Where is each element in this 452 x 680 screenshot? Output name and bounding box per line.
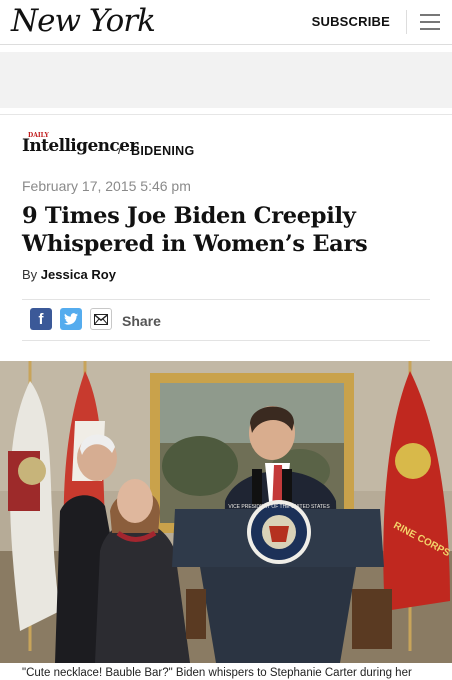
subscribe-link[interactable]: SUBSCRIBE — [312, 14, 390, 29]
header-divider — [406, 10, 407, 34]
menu-bar — [420, 14, 440, 16]
ad-divider — [0, 114, 452, 115]
menu-bar — [420, 28, 440, 30]
byline-prefix: By — [22, 267, 38, 282]
facebook-share-button[interactable]: f — [30, 308, 52, 330]
menu-bar — [420, 21, 440, 23]
photo-caption: "Cute necklace! Bauble Bar?" Biden whisp… — [22, 667, 412, 679]
email-share-button[interactable] — [90, 308, 112, 330]
share-divider-bottom — [22, 340, 430, 341]
share-more-button[interactable]: Share — [122, 313, 161, 329]
article-headline: 9 Times Joe Biden Creepily Whispered in … — [22, 203, 368, 257]
twitter-share-button[interactable] — [60, 308, 82, 330]
author-link[interactable]: Jessica Roy — [41, 267, 116, 282]
envelope-icon — [94, 313, 108, 325]
twitter-bird-icon — [64, 313, 78, 325]
article-byline: By Jessica Roy — [22, 267, 116, 282]
share-divider-top — [22, 299, 430, 300]
site-header: New York SUBSCRIBE — [0, 0, 452, 45]
facebook-icon: f — [38, 310, 44, 328]
site-logo[interactable]: New York — [11, 3, 156, 39]
rubric-separator: / — [118, 142, 122, 157]
seal-text: VICE PRESIDENT OF THE UNITED STATES — [228, 504, 330, 510]
article-date: February 17, 2015 5:46 pm — [22, 178, 191, 194]
lead-photo-illustration: RINE CORPS VICE PRESIDENT OF THE UNITED … — [0, 361, 452, 663]
ad-banner-slot — [0, 52, 452, 108]
article-lead-photo[interactable]: RINE CORPS VICE PRESIDENT OF THE UNITED … — [0, 361, 452, 663]
hamburger-menu-icon[interactable] — [420, 14, 440, 30]
rubric-section-link[interactable]: BIDENING — [131, 144, 195, 158]
